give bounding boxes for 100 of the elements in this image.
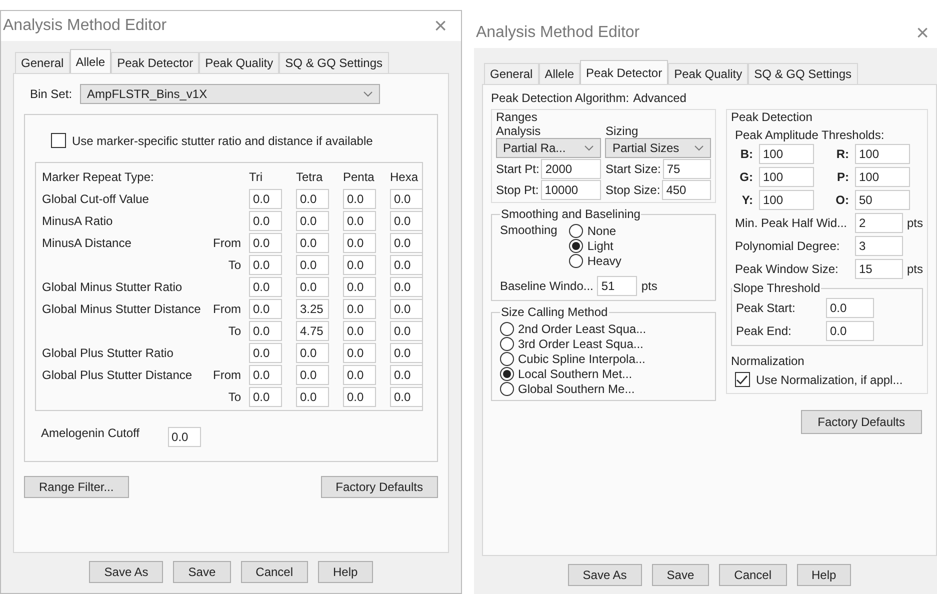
dialog-button[interactable]: Save As bbox=[568, 564, 642, 586]
input-field[interactable]: 0.0 bbox=[343, 233, 376, 253]
group-title: Normalization bbox=[730, 354, 806, 368]
tab[interactable]: General bbox=[484, 63, 539, 84]
tab[interactable]: Allele bbox=[538, 63, 580, 84]
dialog-button[interactable]: Cancel bbox=[240, 561, 308, 583]
input-field[interactable]: 50 bbox=[854, 190, 910, 210]
tab[interactable]: SQ & GQ Settings bbox=[748, 63, 858, 84]
input-field[interactable]: 0.0 bbox=[390, 211, 423, 231]
input-field[interactable]: 0.0 bbox=[343, 365, 376, 385]
input-field[interactable]: 0.0 bbox=[296, 211, 329, 231]
radio-button[interactable] bbox=[569, 238, 584, 252]
input-field[interactable]: 450 bbox=[662, 180, 711, 200]
threshold-label: O: bbox=[834, 193, 850, 207]
input-field[interactable]: 100 bbox=[854, 167, 910, 187]
input-field[interactable]: 2 bbox=[854, 213, 903, 233]
input-field[interactable]: 0.0 bbox=[249, 343, 282, 363]
input-field[interactable]: 0.0 bbox=[296, 233, 329, 253]
input-field[interactable]: 0.0 bbox=[343, 211, 376, 231]
dialog-button[interactable]: Save bbox=[173, 561, 231, 583]
input-field[interactable]: 0.0 bbox=[390, 255, 423, 275]
factory-defaults-button[interactable]: Factory Defaults bbox=[800, 410, 922, 434]
input-field[interactable]: 0.0 bbox=[249, 387, 282, 407]
input-field[interactable]: 0.0 bbox=[390, 365, 423, 385]
radio-button[interactable] bbox=[500, 352, 514, 366]
input-field[interactable]: 0.0 bbox=[390, 277, 423, 297]
bin-set-dropdown[interactable]: AmpFLSTR_Bins_v1X bbox=[80, 84, 380, 104]
input-field[interactable]: 0.0 bbox=[249, 299, 282, 319]
dialog-button[interactable]: Save As bbox=[89, 561, 164, 583]
radio-button[interactable] bbox=[569, 254, 584, 268]
input-field[interactable]: 0.0 bbox=[826, 298, 874, 318]
radio-button[interactable] bbox=[500, 322, 514, 336]
row-label: Global Plus Stutter Distance bbox=[42, 368, 192, 382]
input-field[interactable]: 0.0 bbox=[249, 365, 282, 385]
input-field[interactable]: 0.0 bbox=[343, 277, 376, 297]
input-field[interactable]: 0.0 bbox=[296, 255, 329, 275]
input-field[interactable]: 0.0 bbox=[390, 321, 423, 341]
tab[interactable]: Peak Detector bbox=[111, 52, 200, 73]
factory-defaults-button[interactable]: Factory Defaults bbox=[320, 476, 438, 498]
range-filter-button[interactable]: Range Filter... bbox=[24, 476, 129, 498]
input-field[interactable]: 100 bbox=[758, 190, 814, 210]
input-field[interactable]: 0.0 bbox=[249, 211, 282, 231]
input-field[interactable]: 0.0 bbox=[249, 233, 282, 253]
dialog-button[interactable]: Save bbox=[652, 564, 710, 586]
checkbox[interactable] bbox=[734, 372, 750, 387]
input-field[interactable]: 0.0 bbox=[343, 255, 376, 275]
dialog-button[interactable]: Help bbox=[796, 564, 852, 586]
close-button[interactable]: × bbox=[430, 15, 451, 37]
radio-label: 3rd Order Least Squa... bbox=[518, 336, 644, 350]
tab[interactable]: Peak Quality bbox=[199, 52, 280, 73]
input-field[interactable]: 0.0 bbox=[296, 387, 329, 407]
input-field[interactable]: 0.0 bbox=[343, 321, 376, 341]
input-field[interactable]: 100 bbox=[854, 144, 910, 164]
dialog-button[interactable]: Cancel bbox=[719, 564, 787, 586]
tab[interactable]: Allele bbox=[70, 49, 112, 73]
threshold-label: G: bbox=[738, 170, 754, 184]
input-field[interactable]: 0.0 bbox=[390, 189, 423, 209]
input-field[interactable]: 75 bbox=[662, 159, 711, 179]
input-field[interactable]: 0.0 bbox=[249, 255, 282, 275]
input-field[interactable]: 0.0 bbox=[249, 189, 282, 209]
input-field[interactable]: 10000 bbox=[540, 180, 602, 200]
input-field[interactable]: 0.0 bbox=[343, 189, 376, 209]
close-button[interactable]: × bbox=[912, 22, 933, 44]
input-field[interactable]: 4.75 bbox=[296, 321, 329, 341]
tab[interactable]: General bbox=[15, 52, 70, 73]
amelogenin-label: Amelogenin Cutoff bbox=[41, 426, 140, 440]
input-field[interactable]: 0.0 bbox=[343, 299, 376, 319]
radio-button[interactable] bbox=[500, 336, 514, 350]
input-field[interactable]: 3 bbox=[854, 236, 903, 256]
input-field[interactable]: 0.0 bbox=[390, 343, 423, 363]
input-field[interactable]: 51 bbox=[597, 276, 638, 296]
group-title: Ranges bbox=[496, 110, 538, 124]
input-field[interactable]: 0.0 bbox=[826, 321, 874, 341]
dialog-button[interactable]: Help bbox=[318, 561, 373, 583]
input-field[interactable]: 0.0 bbox=[296, 365, 329, 385]
input-field[interactable]: 15 bbox=[854, 259, 903, 279]
input-field[interactable]: 0.0 bbox=[168, 427, 201, 447]
input-field[interactable]: 100 bbox=[758, 167, 814, 187]
range-dropdown[interactable]: Partial Sizes bbox=[605, 138, 711, 158]
range-dropdown[interactable]: Partial Ra... bbox=[496, 138, 602, 158]
input-field[interactable]: 0.0 bbox=[390, 299, 423, 319]
input-field[interactable]: 3.25 bbox=[296, 299, 329, 319]
input-field[interactable]: 0.0 bbox=[296, 277, 329, 297]
input-field[interactable]: 0.0 bbox=[296, 189, 329, 209]
input-field[interactable]: 0.0 bbox=[343, 387, 376, 407]
input-field[interactable]: 0.0 bbox=[390, 387, 423, 407]
input-field[interactable]: 0.0 bbox=[343, 343, 376, 363]
radio-button[interactable] bbox=[569, 224, 584, 238]
input-field[interactable]: 0.0 bbox=[249, 321, 282, 341]
radio-button[interactable] bbox=[500, 382, 514, 396]
tab[interactable]: Peak Detector bbox=[580, 60, 668, 84]
tab[interactable]: Peak Quality bbox=[668, 63, 748, 84]
tab[interactable]: SQ & GQ Settings bbox=[279, 52, 389, 73]
input-field[interactable]: 2000 bbox=[541, 159, 602, 179]
input-field[interactable]: 0.0 bbox=[390, 233, 423, 253]
checkbox[interactable] bbox=[51, 133, 66, 148]
input-field[interactable]: 100 bbox=[758, 144, 814, 164]
radio-button[interactable] bbox=[500, 366, 514, 380]
input-field[interactable]: 0.0 bbox=[296, 343, 329, 363]
input-field[interactable]: 0.0 bbox=[249, 277, 282, 297]
